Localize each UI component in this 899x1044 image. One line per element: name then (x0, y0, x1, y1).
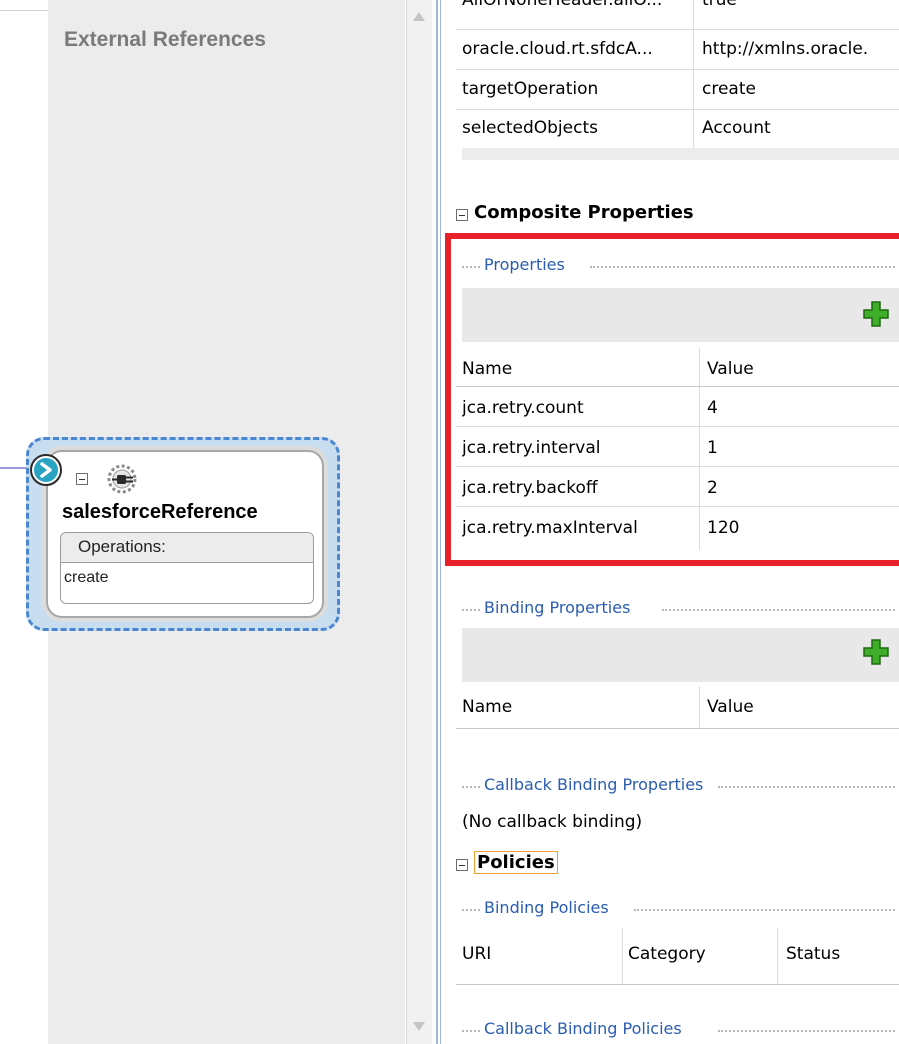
add-binding-property-button[interactable] (862, 638, 890, 666)
reference-name[interactable]: salesforceReference (62, 501, 258, 524)
column-header-status[interactable]: Status (786, 944, 840, 964)
vertical-scrollbar[interactable] (406, 0, 433, 1044)
external-references-title: External References (64, 28, 266, 51)
property-value[interactable]: true (702, 0, 897, 10)
collapse-icon[interactable] (456, 209, 468, 221)
row-divider (456, 69, 899, 70)
property-name[interactable]: targetOperation (462, 79, 690, 99)
table-column-divider (777, 928, 778, 984)
chevron-right-icon[interactable] (34, 458, 58, 482)
row-divider (456, 29, 899, 30)
scroll-down-arrow-icon[interactable] (413, 1022, 425, 1031)
no-callback-binding-text: (No callback binding) (462, 812, 643, 832)
binding-properties-group-title: Binding Properties (484, 598, 631, 617)
table-column-divider (699, 686, 700, 728)
table-column-divider (693, 0, 694, 150)
property-value[interactable]: create (702, 79, 897, 99)
group-separator (662, 609, 895, 611)
group-separator (462, 1030, 480, 1032)
operation-item[interactable]: create (64, 569, 108, 587)
callback-binding-properties-group-title: Callback Binding Properties (484, 775, 704, 794)
highlight-box (445, 233, 899, 566)
column-header-name[interactable]: Name (462, 697, 512, 717)
panel-splitter[interactable] (432, 0, 444, 1044)
composite-properties-header[interactable]: Composite Properties (474, 202, 694, 223)
header-divider (456, 984, 899, 985)
property-name[interactable]: AllOrNoneHeader.allO... (462, 0, 690, 10)
row-divider (456, 109, 899, 110)
group-separator (462, 609, 480, 611)
binding-policies-group-title: Binding Policies (484, 898, 609, 917)
table-column-divider (622, 928, 623, 984)
policies-header[interactable]: Policies (474, 851, 558, 874)
property-value[interactable]: Account (702, 118, 897, 138)
group-separator (462, 786, 480, 788)
property-name[interactable]: oracle.cloud.rt.sfdcA... (462, 39, 690, 59)
collapse-icon[interactable] (456, 859, 468, 871)
operations-label: Operations: (78, 537, 166, 556)
column-header-value[interactable]: Value (707, 697, 754, 717)
canvas-divider-line (0, 10, 48, 11)
gear-plug-icon (102, 461, 142, 497)
group-separator (718, 1030, 895, 1032)
column-header-category[interactable]: Category (628, 944, 706, 964)
header-divider (456, 728, 899, 729)
property-name[interactable]: selectedObjects (462, 118, 690, 138)
binding-properties-toolbar (462, 628, 899, 682)
column-header-uri[interactable]: URI (462, 944, 491, 964)
group-separator (634, 909, 895, 911)
property-value[interactable]: http://xmlns.oracle. (702, 39, 897, 59)
scroll-up-arrow-icon[interactable] (413, 12, 425, 21)
group-separator (718, 786, 895, 788)
table-horizontal-scrollbar[interactable] (462, 148, 899, 160)
callback-binding-policies-group-title: Callback Binding Policies (484, 1019, 682, 1038)
group-separator (462, 909, 480, 911)
collapse-icon[interactable] (76, 473, 88, 485)
add-icon (863, 639, 889, 665)
